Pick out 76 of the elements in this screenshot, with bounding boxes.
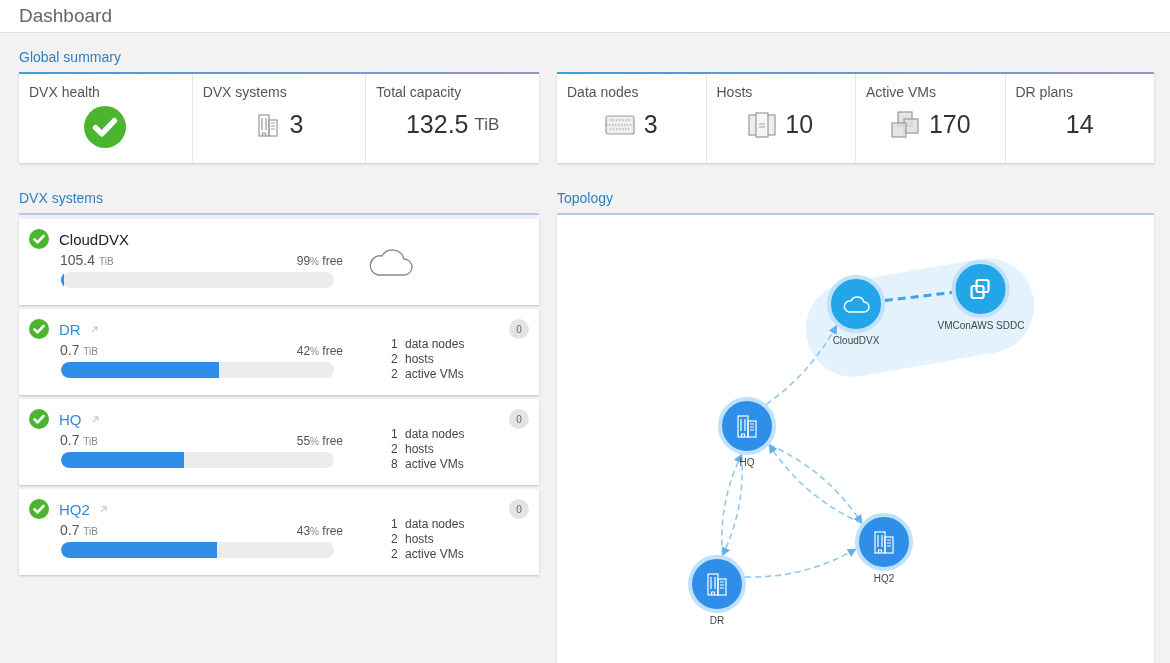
free-percent: 99% free: [296, 254, 343, 268]
alert-count: 0: [509, 409, 529, 429]
section-title: Topology: [557, 190, 614, 206]
node-label: VMConAWS SDDC: [937, 320, 1025, 331]
building-icon: [704, 571, 730, 597]
system-name: CloudDVX: [59, 230, 130, 248]
topology-node[interactable]: [688, 555, 746, 613]
external-link-icon[interactable]: [99, 505, 107, 513]
summary-value: 10: [785, 110, 814, 139]
stat-label: hosts: [405, 532, 435, 546]
capacity-value: 0.7 TiB: [60, 432, 98, 448]
hosts-icon: [748, 111, 777, 138]
node-label: HQ: [739, 457, 755, 468]
rack-icon: [604, 113, 635, 136]
page-title: Dashboard: [19, 5, 112, 27]
stat-label: active VMs: [405, 367, 465, 381]
cloud-icon: [842, 294, 870, 314]
stat-label: data nodes: [405, 427, 465, 441]
unit-label: TiB: [474, 114, 500, 135]
stat-count: 8: [391, 457, 399, 471]
stat-count: 1: [391, 517, 399, 531]
alert-count: 0: [509, 499, 529, 519]
summary-value: 3: [643, 110, 658, 139]
system-link[interactable]: HQ: [59, 410, 82, 428]
dvx-system-card[interactable]: HQ2 0.7 TiB 43% free 1 data nodes 2 hosts 2 active VMs 0: [19, 489, 539, 575]
summary-label: DR plans: [1015, 84, 1074, 100]
external-link-icon[interactable]: [91, 415, 99, 423]
topology-node[interactable]: [855, 513, 913, 571]
topology-node[interactable]: [718, 397, 776, 455]
system-link[interactable]: HQ2: [59, 500, 90, 518]
alert-count: 0: [509, 319, 529, 339]
capacity-value: 0.7 TiB: [60, 342, 98, 358]
node-label: DR: [709, 615, 725, 626]
section-title: Global summary: [19, 49, 121, 65]
capacity-value: 0.7 TiB: [60, 522, 98, 538]
stat-count: 2: [391, 532, 399, 546]
building-icon: [734, 413, 760, 439]
summary-label: Total capacity: [376, 84, 462, 100]
stat-label: hosts: [405, 352, 435, 366]
stat-count: 2: [391, 352, 399, 366]
connection-line: [884, 290, 953, 303]
stat-count: 1: [391, 337, 399, 351]
node-label: CloudDVX: [832, 335, 880, 346]
stat-label: hosts: [405, 442, 435, 456]
stat-count: 2: [391, 367, 399, 381]
dvx-system-card[interactable]: DR 0.7 TiB 42% free 1 data nodes 2 hosts 2 active VMs 0: [19, 309, 539, 395]
stat-label: data nodes: [405, 337, 465, 351]
stat-count: 2: [391, 442, 399, 456]
summary-value: 14: [1065, 110, 1094, 139]
stat-label: active VMs: [405, 457, 465, 471]
overlapping-squares-icon: [969, 277, 993, 301]
stat-count: 2: [391, 547, 399, 561]
stat-label: active VMs: [405, 547, 465, 561]
external-link-icon[interactable]: [90, 325, 98, 333]
system-link[interactable]: DR: [59, 320, 81, 338]
building-icon: [871, 529, 897, 555]
capacity-value: 105.4 TiB: [60, 252, 114, 268]
dvx-system-card[interactable]: CloudDVX 105.4 TiB 99% free: [19, 219, 539, 305]
summary-label: DVX health: [29, 84, 100, 100]
free-percent: 43% free: [296, 524, 343, 538]
summary-value: 170: [928, 110, 971, 139]
free-percent: 55% free: [296, 434, 343, 448]
summary-value: 132.5: [405, 110, 469, 139]
section-title: DVX systems: [19, 190, 103, 206]
summary-label: Active VMs: [866, 84, 936, 100]
summary-label: Data nodes: [567, 84, 639, 100]
vms-icon: [889, 110, 920, 139]
summary-label: DVX systems: [202, 84, 287, 100]
dvx-system-card[interactable]: HQ 0.7 TiB 55% free 1 data nodes 2 hosts 8 active VMs 0: [19, 399, 539, 485]
node-label: HQ2: [873, 573, 895, 584]
cloud-icon: [368, 247, 414, 277]
summary-value: 3: [289, 110, 304, 139]
summary-label: Hosts: [716, 84, 753, 100]
free-percent: 42% free: [296, 344, 343, 358]
stat-label: data nodes: [405, 517, 465, 531]
stat-count: 1: [391, 427, 399, 441]
